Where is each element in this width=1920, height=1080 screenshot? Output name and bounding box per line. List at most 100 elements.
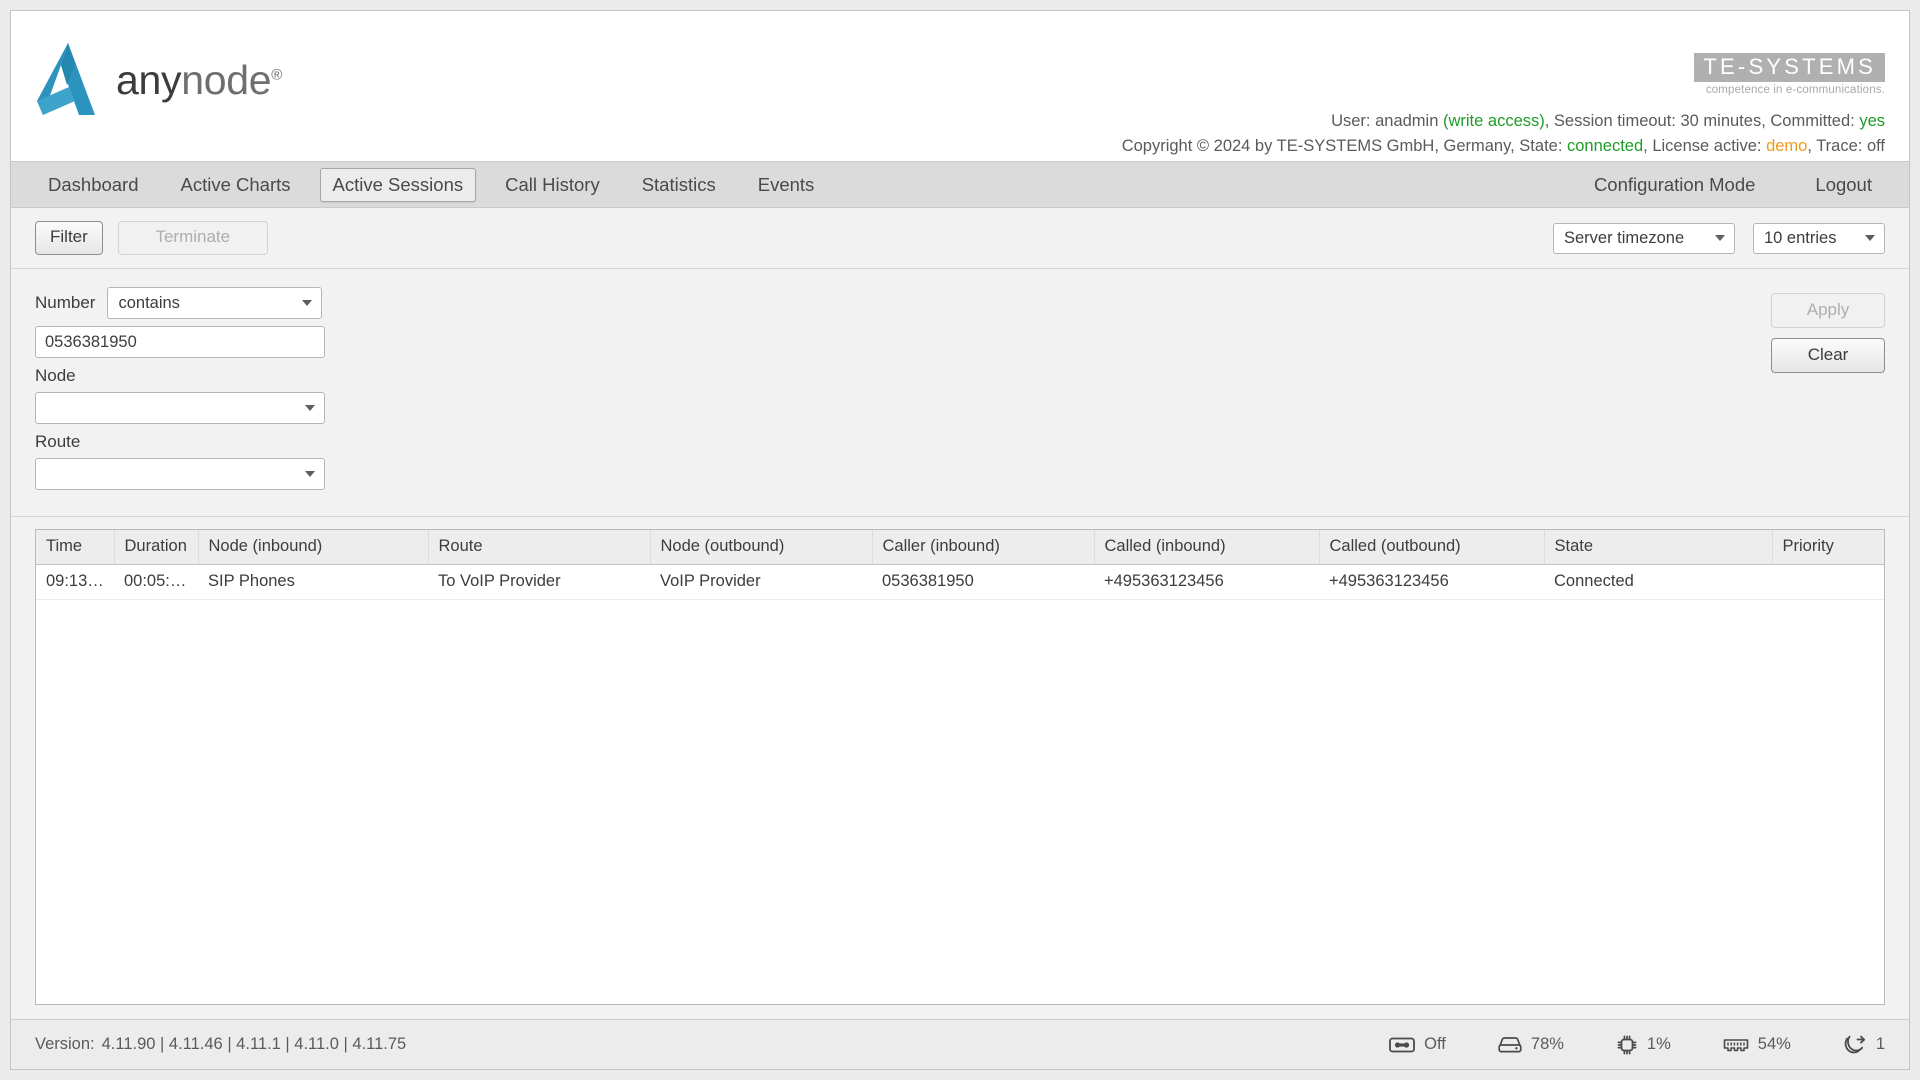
col-called-outbound[interactable]: Called (outbound)	[1319, 530, 1545, 565]
te-systems-tagline: competence in e-communications.	[1705, 83, 1885, 96]
col-node-outbound[interactable]: Node (outbound)	[650, 530, 873, 565]
nav-item-statistics[interactable]: Statistics	[629, 168, 729, 202]
cell-priority	[1772, 564, 1884, 600]
session-info-line-2: Copyright © 2024 by TE-SYSTEMS GmbH, Ger…	[1122, 134, 1885, 159]
filter-node-select[interactable]	[35, 392, 325, 424]
version-label: Version:	[35, 1035, 95, 1053]
te-systems-name: TE-SYSTEMS	[1694, 53, 1885, 82]
license-label: , License active:	[1643, 137, 1767, 156]
sessions-table-region: Time Duration Node (inbound) Route Node …	[11, 516, 1909, 1019]
cell-called-outbound: +495363123456	[1319, 564, 1544, 600]
filter-route-select[interactable]	[35, 458, 325, 490]
sessions-toolbar: Filter Terminate Server timezone 10 entr…	[11, 208, 1909, 268]
version-values: 4.11.90 | 4.11.46 | 4.11.1 | 4.11.0 | 4.…	[101, 1035, 407, 1053]
status-bar: Version: 4.11.90 | 4.11.46 | 4.11.1 | 4.…	[11, 1019, 1909, 1069]
page-header: anynode® TE-SYSTEMS competence in e-comm…	[11, 11, 1909, 161]
nav-item-active-sessions[interactable]: Active Sessions	[319, 167, 477, 202]
filter-number-input[interactable]	[35, 326, 325, 358]
filter-button[interactable]: Filter	[35, 221, 103, 255]
filter-number-label: Number	[35, 293, 96, 312]
terminate-button[interactable]: Terminate	[117, 221, 268, 255]
col-route[interactable]: Route	[428, 530, 651, 565]
filter-number-operator-value: contains	[118, 293, 180, 312]
nav-secondary-group: Configuration Mode Logout	[1547, 168, 1885, 202]
main-navigation: Dashboard Active Charts Active Sessions …	[11, 161, 1909, 208]
committed-value: yes	[1859, 112, 1885, 130]
user-label: User: anadmin	[1331, 112, 1443, 130]
filter-number-input-row	[35, 326, 335, 358]
hard-disk-icon	[1498, 1036, 1522, 1052]
memory-value: 54%	[1757, 1035, 1791, 1053]
cell-caller-inbound: 0536381950	[872, 564, 1094, 600]
anynode-wordmark: anynode®	[116, 57, 282, 104]
chevron-down-icon	[302, 300, 313, 306]
status-metric-memory[interactable]: 54%	[1723, 1035, 1791, 1054]
table-header: Time Duration Node (inbound) Route Node …	[36, 530, 1884, 565]
tape-recorder-icon	[1389, 1037, 1416, 1052]
table-header-row: Time Duration Node (inbound) Route Node …	[36, 530, 1884, 565]
col-caller-inbound[interactable]: Caller (inbound)	[872, 530, 1095, 565]
registered-mark: ®	[271, 65, 282, 83]
write-access-badge: (write access)	[1442, 112, 1545, 130]
cpu-chip-icon	[1617, 1035, 1637, 1054]
entries-per-page-value: 10 entries	[1764, 228, 1837, 247]
chevron-down-icon	[1865, 235, 1875, 241]
status-metric-recording[interactable]: Off	[1389, 1035, 1446, 1054]
wordmark-node: node	[181, 56, 272, 103]
active-calls-value: 1	[1875, 1035, 1885, 1053]
filter-route-group: Route	[35, 432, 335, 490]
status-metric-disk[interactable]: 78%	[1498, 1035, 1564, 1054]
clear-button[interactable]: Clear	[1771, 338, 1885, 374]
col-state[interactable]: State	[1544, 530, 1773, 565]
application-window: anynode® TE-SYSTEMS competence in e-comm…	[10, 10, 1910, 1070]
col-duration[interactable]: Duration	[114, 530, 199, 565]
status-metric-active-calls[interactable]: 1	[1843, 1034, 1885, 1056]
cell-called-inbound: +495363123456	[1094, 564, 1319, 600]
col-priority[interactable]: Priority	[1772, 530, 1884, 565]
nav-primary-group: Dashboard Active Charts Active Sessions …	[35, 167, 1547, 202]
nav-item-configuration-mode[interactable]: Configuration Mode	[1581, 168, 1768, 202]
nav-item-dashboard[interactable]: Dashboard	[35, 168, 152, 202]
wordmark-any: any	[116, 56, 182, 103]
connection-state-value: connected	[1567, 137, 1644, 156]
cell-time: 09:13:55	[36, 564, 114, 600]
apply-button[interactable]: Apply	[1771, 293, 1885, 329]
chevron-down-icon	[1715, 235, 1725, 241]
filter-node-label: Node	[35, 366, 76, 385]
anynode-a-logo-icon	[37, 43, 95, 115]
cell-state: Connected	[1544, 564, 1772, 600]
col-time[interactable]: Time	[36, 530, 115, 565]
te-systems-logo: TE-SYSTEMS competence in e-communication…	[1694, 53, 1885, 96]
status-metric-cpu[interactable]: 1%	[1616, 1034, 1671, 1056]
filter-actions: Apply Clear	[1771, 287, 1885, 490]
session-info: User: anadmin (write access), Session ti…	[1122, 109, 1885, 159]
disk-value: 78%	[1530, 1035, 1564, 1053]
filter-number-operator-select[interactable]: contains	[107, 287, 323, 319]
col-node-inbound[interactable]: Node (inbound)	[198, 530, 429, 565]
table-row[interactable]: 09:13:55 00:05:47 SIP Phones To VoIP Pro…	[36, 564, 1884, 600]
nav-item-logout[interactable]: Logout	[1802, 168, 1885, 202]
anynode-logo: anynode®	[35, 41, 282, 119]
entries-per-page-select[interactable]: 10 entries	[1753, 222, 1885, 254]
active-calls-icon	[1844, 1035, 1865, 1053]
trace-value: , Trace: off	[1807, 137, 1885, 156]
cell-node-inbound: SIP Phones	[198, 564, 428, 600]
cell-duration: 00:05:47	[114, 564, 198, 600]
nav-item-call-history[interactable]: Call History	[492, 168, 613, 202]
sessions-table-box: Time Duration Node (inbound) Route Node …	[35, 529, 1885, 1005]
cpu-value: 1%	[1646, 1035, 1671, 1053]
nav-item-events[interactable]: Events	[745, 168, 828, 202]
nav-item-active-charts[interactable]: Active Charts	[168, 168, 304, 202]
filter-panel: Number contains Node Route	[11, 268, 1909, 516]
copyright-label: Copyright © 2024 by TE-SYSTEMS GmbH, Ger…	[1121, 137, 1567, 156]
session-info-line-1: User: anadmin (write access), Session ti…	[1122, 109, 1885, 134]
cell-route: To VoIP Provider	[428, 564, 650, 600]
table-body: 09:13:55 00:05:47 SIP Phones To VoIP Pro…	[36, 564, 1884, 600]
filter-fields: Number contains Node Route	[35, 287, 335, 490]
cell-node-outbound: VoIP Provider	[650, 564, 872, 600]
timezone-select[interactable]: Server timezone	[1553, 222, 1735, 254]
col-called-inbound[interactable]: Called (inbound)	[1094, 530, 1320, 565]
ram-memory-icon	[1723, 1039, 1749, 1052]
filter-number-row: Number contains	[35, 287, 335, 319]
license-value: demo	[1766, 137, 1808, 156]
